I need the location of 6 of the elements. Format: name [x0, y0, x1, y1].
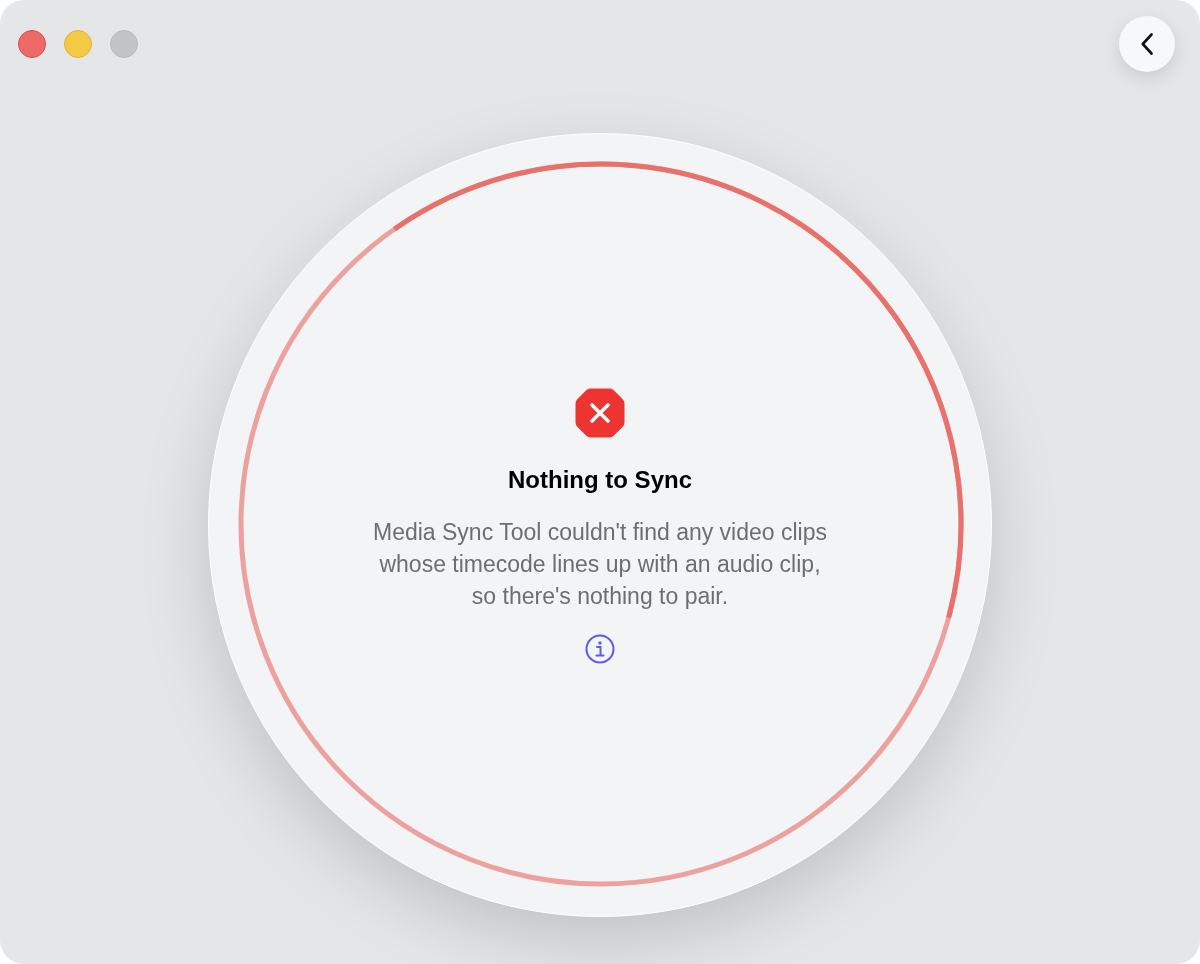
status-message: Media Sync Tool couldn't find any video clips whose timecode lines up with an audio clip, so there's nothing to pair. — [373, 517, 827, 611]
info-icon[interactable] — [585, 633, 615, 664]
status-title: Nothing to Sync — [508, 464, 692, 495]
back-button[interactable] — [1119, 16, 1175, 72]
chevron-left-icon — [1141, 33, 1153, 55]
close-button[interactable] — [18, 30, 46, 58]
